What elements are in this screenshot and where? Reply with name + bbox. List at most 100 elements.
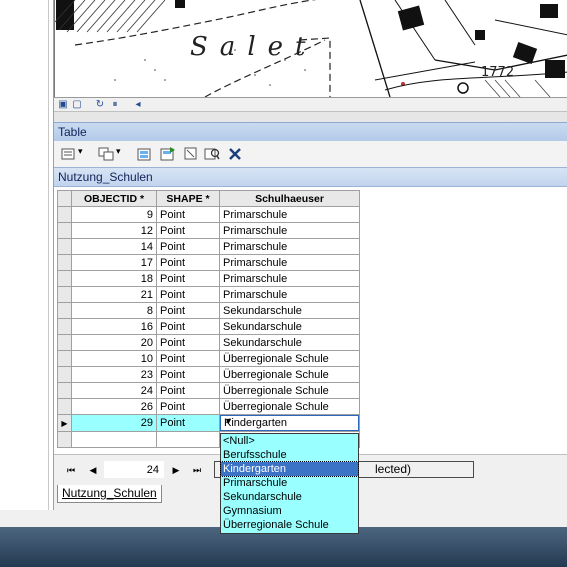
cell-objectid[interactable]: 16 xyxy=(71,318,157,335)
dropdown-option[interactable]: Sekundarschule xyxy=(221,490,358,504)
cell-objectid-empty[interactable] xyxy=(71,431,157,448)
splitter[interactable] xyxy=(54,112,567,122)
current-record-input[interactable]: 24 xyxy=(104,461,164,478)
cell-shape[interactable]: Point xyxy=(156,414,220,432)
table-row[interactable]: 18 Point Primarschule xyxy=(57,270,360,287)
column-header-schulhaeuser[interactable]: Schulhaeuser xyxy=(219,190,360,207)
table-row[interactable]: 12 Point Primarschule xyxy=(57,222,360,239)
row-selector-active[interactable]: ▶ xyxy=(57,414,72,432)
previous-record-icon[interactable]: ◀ xyxy=(86,464,100,476)
next-record-icon[interactable]: ▶ xyxy=(169,464,183,476)
table-row[interactable]: 21 Point Primarschule xyxy=(57,286,360,303)
row-selector[interactable] xyxy=(57,382,72,399)
cell-objectid[interactable]: 21 xyxy=(71,286,157,303)
cell-schulhaeuser[interactable]: Primarschule xyxy=(219,286,360,303)
clear-selection-icon[interactable] xyxy=(183,146,199,162)
cell-schulhaeuser[interactable]: Überregionale Schule xyxy=(219,366,360,383)
cell-schulhaeuser[interactable]: Primarschule xyxy=(219,222,360,239)
first-record-icon[interactable]: ⏮ xyxy=(64,464,78,476)
cell-objectid[interactable]: 18 xyxy=(71,270,157,287)
cell-schulhaeuser[interactable]: Primarschule xyxy=(219,206,360,223)
select-by-attributes-icon[interactable] xyxy=(137,146,153,162)
cell-schulhaeuser[interactable]: Sekundarschule xyxy=(219,302,360,319)
table-row[interactable]: 14 Point Primarschule xyxy=(57,238,360,255)
cell-objectid[interactable]: 10 xyxy=(71,350,157,367)
row-selector[interactable] xyxy=(57,206,72,223)
cell-shape-empty[interactable] xyxy=(156,431,220,448)
row-selector-header[interactable] xyxy=(57,190,72,207)
table-row[interactable]: 20 Point Sekundarschule xyxy=(57,334,360,351)
data-view-icon[interactable]: ▢ xyxy=(71,99,83,111)
refresh-icon[interactable]: ↻ xyxy=(94,99,106,111)
row-selector[interactable] xyxy=(57,318,72,335)
cell-shape[interactable]: Point xyxy=(156,318,220,335)
scroll-left-icon[interactable]: ◂ xyxy=(132,99,144,111)
cell-schulhaeuser-editor[interactable]: Kindergarten ▼ xyxy=(219,414,360,432)
row-selector[interactable] xyxy=(57,398,72,415)
table-options-dropdown-icon[interactable]: ▾ xyxy=(78,146,83,157)
cell-shape[interactable]: Point xyxy=(156,366,220,383)
cell-objectid[interactable]: 26 xyxy=(71,398,157,415)
cell-objectid[interactable]: 12 xyxy=(71,222,157,239)
schulhaeuser-dropdown-list[interactable]: <Null> Berufsschule Kindergarten Primars… xyxy=(220,433,359,534)
table-row[interactable]: 16 Point Sekundarschule xyxy=(57,318,360,335)
row-selector[interactable] xyxy=(57,254,72,271)
dropdown-option[interactable]: Primarschule xyxy=(221,476,358,490)
cell-shape[interactable]: Point xyxy=(156,238,220,255)
cell-objectid[interactable]: 8 xyxy=(71,302,157,319)
row-selector[interactable] xyxy=(57,431,72,448)
row-selector[interactable] xyxy=(57,222,72,239)
cell-objectid[interactable]: 9 xyxy=(71,206,157,223)
column-header-objectid[interactable]: OBJECTID * xyxy=(71,190,157,207)
cell-shape[interactable]: Point xyxy=(156,302,220,319)
cell-shape[interactable]: Point xyxy=(156,270,220,287)
table-row[interactable]: 26 Point Überregionale Schule xyxy=(57,398,360,415)
row-selector[interactable] xyxy=(57,334,72,351)
dropdown-option[interactable]: <Null> xyxy=(221,434,358,448)
row-selector[interactable] xyxy=(57,270,72,287)
row-selector[interactable] xyxy=(57,286,72,303)
row-selector[interactable] xyxy=(57,366,72,383)
cell-schulhaeuser[interactable]: Sekundarschule xyxy=(219,334,360,351)
table-row[interactable]: 10 Point Überregionale Schule xyxy=(57,350,360,367)
cell-objectid[interactable]: 29 xyxy=(71,414,157,432)
cell-shape[interactable]: Point xyxy=(156,286,220,303)
bottom-layer-tab[interactable]: Nutzung_Schulen xyxy=(57,485,162,503)
row-selector[interactable] xyxy=(57,302,72,319)
table-options-icon[interactable] xyxy=(60,146,76,162)
dropdown-arrow-icon[interactable]: ▼ xyxy=(224,416,356,426)
cell-shape[interactable]: Point xyxy=(156,334,220,351)
table-row[interactable]: 9 Point Primarschule xyxy=(57,206,360,223)
dropdown-option-selected[interactable]: Kindergarten xyxy=(220,461,359,477)
cell-objectid[interactable]: 24 xyxy=(71,382,157,399)
related-tables-icon[interactable] xyxy=(98,146,114,162)
table-row[interactable]: 17 Point Primarschule xyxy=(57,254,360,271)
cell-shape[interactable]: Point xyxy=(156,254,220,271)
table-row[interactable]: 23 Point Überregionale Schule xyxy=(57,366,360,383)
attribute-grid[interactable]: OBJECTID * SHAPE * Schulhaeuser 9 Point Pr… xyxy=(54,187,567,455)
map-view[interactable]: Salet 1772 xyxy=(54,0,567,97)
switch-selection-icon[interactable] xyxy=(160,146,176,162)
table-row[interactable]: 24 Point Überregionale Schule xyxy=(57,382,360,399)
cell-shape[interactable]: Point xyxy=(156,222,220,239)
zoom-to-selected-icon[interactable] xyxy=(204,146,220,162)
table-row[interactable]: 8 Point Sekundarschule xyxy=(57,302,360,319)
cell-schulhaeuser[interactable]: Primarschule xyxy=(219,238,360,255)
cell-shape[interactable]: Point xyxy=(156,382,220,399)
cell-objectid[interactable]: 14 xyxy=(71,238,157,255)
cell-objectid[interactable]: 17 xyxy=(71,254,157,271)
related-tables-dropdown-icon[interactable]: ▾ xyxy=(116,146,121,157)
layout-view-icon[interactable]: ▣ xyxy=(57,99,69,111)
cell-schulhaeuser[interactable]: Überregionale Schule xyxy=(219,350,360,367)
cell-schulhaeuser[interactable]: Sekundarschule xyxy=(219,318,360,335)
pause-drawing-icon[interactable]: ⏸ xyxy=(109,99,121,111)
cell-schulhaeuser[interactable]: Überregionale Schule xyxy=(219,382,360,399)
row-selector[interactable] xyxy=(57,350,72,367)
cell-shape[interactable]: Point xyxy=(156,206,220,223)
cell-schulhaeuser[interactable]: Überregionale Schule xyxy=(219,398,360,415)
cell-objectid[interactable]: 20 xyxy=(71,334,157,351)
delete-selected-icon[interactable] xyxy=(227,146,243,162)
cell-shape[interactable]: Point xyxy=(156,350,220,367)
dropdown-option[interactable]: Berufsschule xyxy=(221,448,358,462)
cell-shape[interactable]: Point xyxy=(156,398,220,415)
